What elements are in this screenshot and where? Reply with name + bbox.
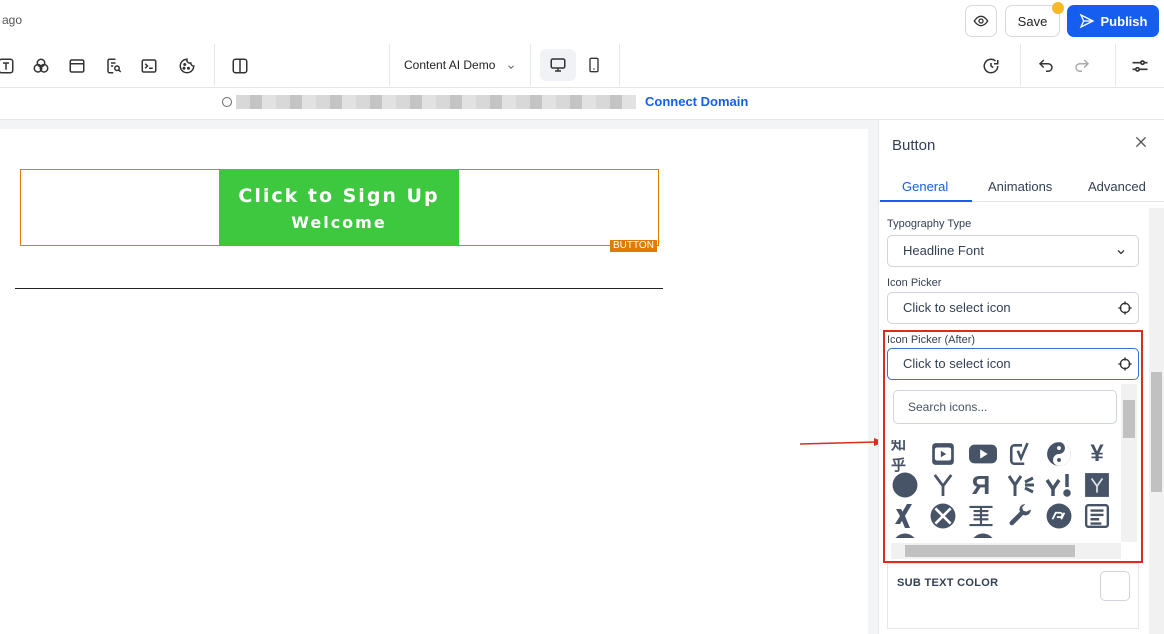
- icon-grid: 知乎 ¥ Я: [889, 440, 1119, 538]
- last-saved-text: ago: [2, 13, 23, 27]
- tab-advanced[interactable]: Advanced: [1088, 179, 1146, 194]
- yandex-international-icon[interactable]: [1007, 471, 1035, 499]
- annotation-arrow-icon: [799, 436, 884, 455]
- desktop-icon: [550, 58, 566, 72]
- yahoo-icon[interactable]: [1045, 471, 1073, 499]
- toolbar-divider: [1115, 44, 1116, 86]
- icon-search-input[interactable]: Search icons...: [893, 390, 1117, 424]
- publish-button[interactable]: Publish: [1067, 5, 1159, 37]
- desktop-view-button[interactable]: [540, 49, 576, 81]
- wordpress-icon[interactable]: [891, 532, 919, 538]
- icon-picker-field[interactable]: Click to select icon: [887, 292, 1139, 324]
- preview-button[interactable]: [965, 5, 997, 37]
- text-element-icon[interactable]: [0, 56, 16, 76]
- tab-general[interactable]: General: [902, 179, 948, 194]
- wrench-icon[interactable]: [1007, 502, 1035, 530]
- yoast-icon[interactable]: [1007, 440, 1035, 468]
- crosshair-icon[interactable]: [1117, 356, 1133, 377]
- domain-bar: Connect Domain: [0, 88, 1164, 120]
- page-builder-app: ago Save Publish Content AI Demo Connect…: [0, 0, 1164, 634]
- connect-domain-link[interactable]: Connect Domain: [645, 94, 748, 109]
- eye-icon: [973, 15, 989, 27]
- seo-search-icon[interactable]: [104, 56, 124, 76]
- toolbar-divider: [389, 44, 390, 86]
- panel-scroll-thumb[interactable]: [1151, 372, 1162, 492]
- horizontal-divider[interactable]: [15, 288, 663, 289]
- yen-icon[interactable]: ¥: [1083, 440, 1111, 468]
- active-tab-indicator: [880, 200, 972, 202]
- toolbar-divider: [214, 44, 215, 86]
- icon-picker-after-field[interactable]: Click to select icon: [887, 348, 1139, 380]
- y-combinator-icon[interactable]: [929, 471, 957, 499]
- youtube-icon[interactable]: [969, 440, 997, 468]
- layout-section-icon[interactable]: [67, 56, 87, 76]
- element-type-tag: BUTTON: [610, 240, 657, 252]
- dropdown-horizontal-thumb[interactable]: [905, 545, 1075, 557]
- wpforms-icon[interactable]: [1083, 502, 1111, 530]
- youtube-square-icon[interactable]: [929, 440, 957, 468]
- close-icon[interactable]: [1133, 134, 1149, 155]
- circle-icon[interactable]: [891, 471, 919, 499]
- button-sub-text: Welcome: [291, 213, 387, 232]
- tab-animations[interactable]: Animations: [988, 179, 1052, 194]
- button-main-text: Click to Sign Up: [238, 185, 440, 207]
- toolbar-divider: [530, 44, 531, 86]
- color-palette-icon[interactable]: [31, 56, 51, 76]
- mobile-view-button[interactable]: [580, 49, 608, 81]
- redo-icon[interactable]: [1072, 56, 1092, 76]
- wpressr-icon[interactable]: [1045, 502, 1073, 530]
- toolbar-divider: [1020, 44, 1021, 86]
- history-icon[interactable]: [981, 56, 1001, 76]
- xhosa-icon[interactable]: [967, 502, 995, 530]
- panel-title: Button: [892, 137, 936, 154]
- chevron-down-icon: [506, 59, 516, 77]
- xing-icon[interactable]: [891, 502, 919, 530]
- typography-type-select[interactable]: Headline Font: [887, 235, 1139, 267]
- crosshair-icon[interactable]: [1117, 300, 1133, 321]
- domain-status-icon: [222, 97, 232, 107]
- typography-type-label: Typography Type: [887, 218, 972, 230]
- sub-text-color-swatch[interactable]: [1100, 571, 1130, 601]
- sub-text-color-label: SUB TEXT COLOR: [897, 577, 999, 589]
- chevron-down-icon: [1115, 245, 1127, 263]
- settings-sliders-icon[interactable]: [1130, 56, 1150, 76]
- unsaved-indicator: [1052, 2, 1064, 14]
- yin-yang-icon[interactable]: [1045, 440, 1073, 468]
- page-select[interactable]: Content AI Demo: [404, 58, 495, 72]
- send-icon: [1079, 13, 1095, 29]
- undo-icon[interactable]: [1036, 56, 1056, 76]
- yandex-icon[interactable]: Я: [967, 470, 995, 500]
- icon-picker-after-label: Icon Picker (After): [887, 334, 976, 346]
- xbox-icon[interactable]: [929, 502, 957, 530]
- split-view-icon[interactable]: [230, 56, 250, 76]
- signup-button[interactable]: Click to Sign Up Welcome: [219, 169, 459, 246]
- dropdown-scroll-thumb[interactable]: [1123, 400, 1135, 438]
- wordpress-simple-icon[interactable]: [969, 532, 997, 538]
- editor-toolbar: Content AI Demo: [0, 44, 1164, 88]
- code-terminal-icon[interactable]: [139, 56, 159, 76]
- mobile-icon: [589, 57, 599, 73]
- y-combinator-square-icon[interactable]: [1083, 471, 1111, 499]
- cookie-icon[interactable]: [177, 56, 197, 76]
- publish-label: Publish: [1100, 13, 1148, 29]
- blurred-domain-url: [236, 95, 636, 109]
- zhihu-icon[interactable]: 知乎: [891, 440, 919, 474]
- toolbar-divider: [619, 44, 620, 86]
- icon-picker-label: Icon Picker: [887, 277, 942, 289]
